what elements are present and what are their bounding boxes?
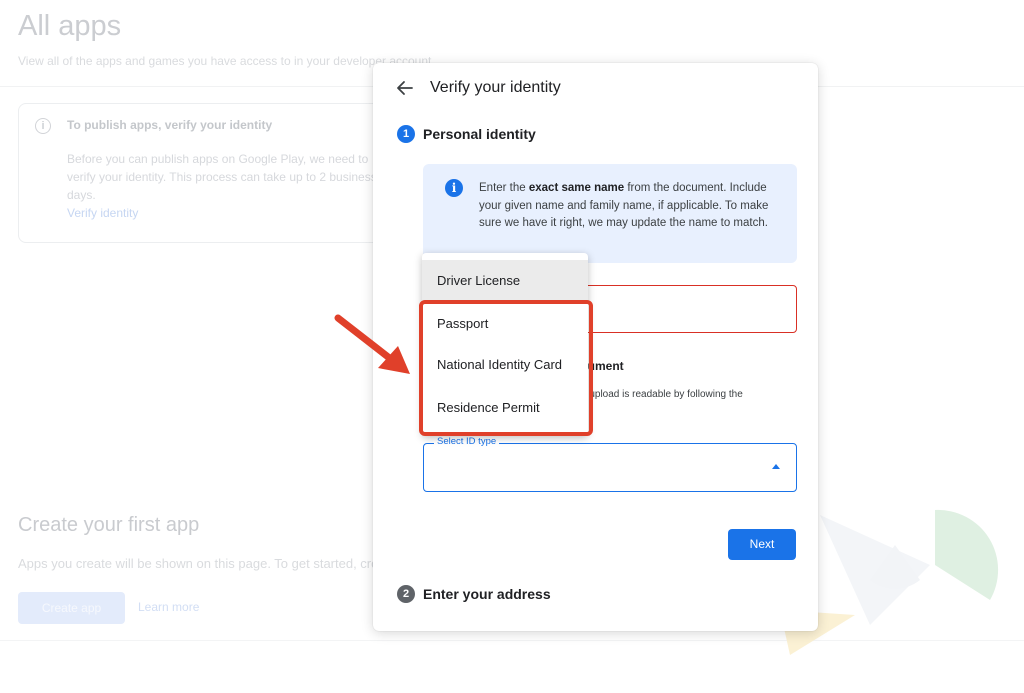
- step-1-badge: 1: [397, 125, 415, 143]
- highlight-box-annotation: [419, 300, 593, 436]
- notice-title: To publish apps, verify your identity: [67, 118, 273, 132]
- step-2-badge: 2: [397, 585, 415, 603]
- option-driver-license[interactable]: Driver License: [422, 260, 588, 302]
- verify-notice-card: i To publish apps, verify your identity …: [18, 103, 420, 243]
- verify-identity-link[interactable]: Verify identity: [67, 206, 138, 220]
- next-button[interactable]: Next: [728, 529, 796, 560]
- info-icon: i: [445, 179, 463, 197]
- document-description: u upload is readable by following the: [581, 389, 743, 400]
- select-label: Select ID type: [434, 436, 500, 447]
- info-outline-icon: i: [35, 118, 51, 134]
- step-1-label: Personal identity: [423, 126, 536, 142]
- caret-up-icon: [772, 464, 780, 469]
- create-app-button[interactable]: Create app: [18, 592, 125, 624]
- learn-more-link[interactable]: Learn more: [138, 600, 199, 614]
- red-arrow-annotation: [334, 314, 410, 374]
- notice-text: Before you can publish apps on Google Pl…: [67, 152, 377, 202]
- name-info-text: Enter the exact same name from the docum…: [479, 182, 769, 229]
- page-subtitle: View all of the apps and games you have …: [18, 54, 432, 68]
- step-2-label: Enter your address: [423, 586, 551, 602]
- dialog-title: Verify your identity: [430, 79, 561, 96]
- id-type-select[interactable]: Select ID type: [423, 436, 797, 492]
- name-info-box: i Enter the exact same name from the doc…: [423, 164, 797, 263]
- back-arrow-icon[interactable]: [395, 78, 415, 98]
- create-first-app-title: Create your first app: [18, 514, 200, 536]
- page-title: All apps: [18, 10, 122, 42]
